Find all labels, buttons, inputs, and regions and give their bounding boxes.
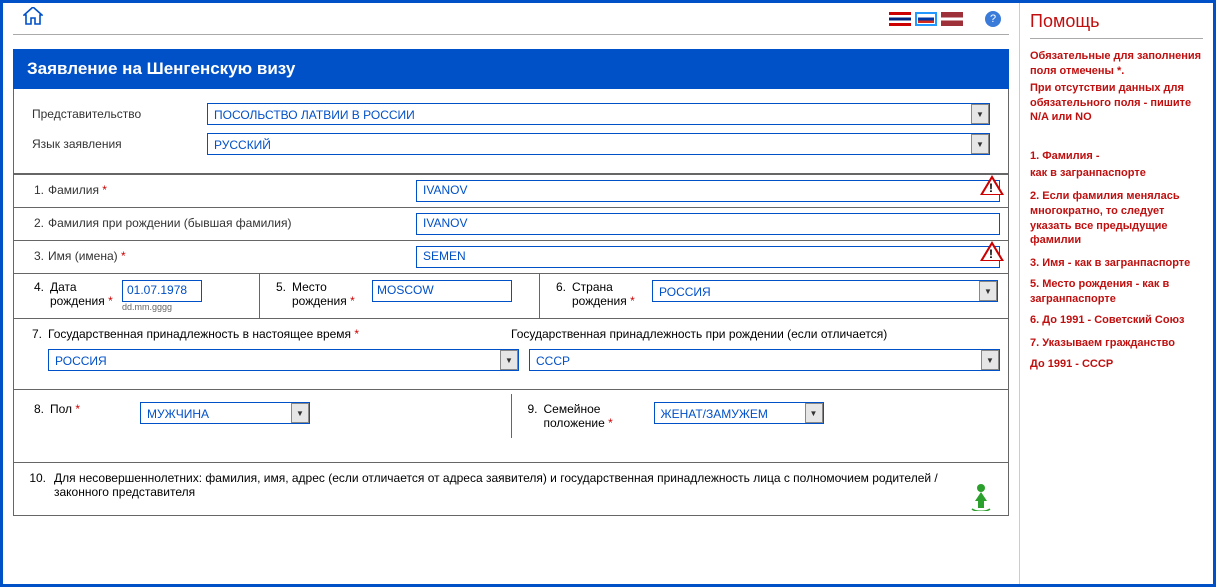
cob-select[interactable]: РОССИЯ xyxy=(652,280,998,302)
nationality-birth-select[interactable]: СССР ▼ xyxy=(529,349,1000,371)
field-num: 3. xyxy=(14,241,48,273)
pob-label: Место xyxy=(292,280,372,294)
field-num: 6. xyxy=(550,280,572,312)
field-num: 10. xyxy=(24,471,54,499)
representation-select[interactable]: ПОСОЛЬСТВО ЛАТВИИ В РОССИИ ▼ xyxy=(207,103,990,125)
field-num: 9. xyxy=(522,402,544,416)
minors-label: Для несовершеннолетних: фамилия, имя, ад… xyxy=(54,471,998,499)
birth-surname-input[interactable]: IVANOV xyxy=(416,213,1000,235)
surname-input[interactable]: IVANOV xyxy=(416,180,1000,202)
help-icon[interactable]: ? xyxy=(985,11,1001,27)
field-num: 7. xyxy=(22,327,48,341)
flag-lv-icon[interactable] xyxy=(941,12,963,26)
sex-select[interactable]: МУЖЧИНА xyxy=(140,402,310,424)
field-num: 5. xyxy=(270,280,292,312)
dob-hint: dd.mm.gggg xyxy=(122,302,202,312)
help-title: Помощь xyxy=(1030,11,1203,39)
warning-icon: ! xyxy=(980,175,1004,195)
baby-icon xyxy=(966,481,996,511)
chevron-down-icon[interactable]: ▼ xyxy=(971,104,989,124)
dob-input[interactable]: 01.07.1978 xyxy=(122,280,202,302)
home-icon[interactable] xyxy=(23,7,43,30)
surname-label: Фамилия * xyxy=(48,175,408,207)
field-num: 2. xyxy=(14,208,48,240)
field-num: 1. xyxy=(14,175,48,207)
nationality-birth-label: Государственная принадлежность при рожде… xyxy=(511,327,1000,341)
flag-ru-icon[interactable] xyxy=(915,12,937,26)
chevron-down-icon[interactable]: ▼ xyxy=(500,350,518,370)
nationality-now-label: Государственная принадлежность в настоящ… xyxy=(48,327,359,341)
top-toolbar: ? xyxy=(13,9,1009,35)
intro-block: Представительство ПОСОЛЬСТВО ЛАТВИИ В РО… xyxy=(13,89,1009,174)
form-table: 1. Фамилия * IVANOV ! 2. Фамилия при рож… xyxy=(13,174,1009,516)
chevron-down-icon[interactable]: ▼ xyxy=(805,403,823,423)
chevron-down-icon[interactable]: ▼ xyxy=(979,281,997,301)
language-label: Язык заявления xyxy=(32,137,207,151)
nationality-now-select[interactable]: РОССИЯ ▼ xyxy=(48,349,519,371)
chevron-down-icon[interactable]: ▼ xyxy=(291,403,309,423)
sex-label: Пол * xyxy=(50,402,140,416)
chevron-down-icon[interactable]: ▼ xyxy=(981,350,999,370)
firstname-label: Имя (имена) * xyxy=(48,241,408,273)
page-title: Заявление на Шенгенскую визу xyxy=(13,49,1009,89)
firstname-input[interactable]: SEMEN xyxy=(416,246,1000,268)
field-num: 8. xyxy=(24,402,50,416)
marital-select[interactable]: ЖЕНАТ/ЗАМУЖЕМ xyxy=(654,402,824,424)
flag-uk-icon[interactable] xyxy=(889,12,911,26)
field-num: 4. xyxy=(24,280,50,312)
warning-icon: ! xyxy=(980,241,1004,261)
birth-surname-label: Фамилия при рождении (бывшая фамилия) xyxy=(48,208,408,240)
help-panel: Помощь Обязательные для заполнения поля … xyxy=(1019,3,1213,584)
language-select[interactable]: РУССКИЙ ▼ xyxy=(207,133,990,155)
marital-label: Семейноеположение * xyxy=(544,402,654,430)
cob-label: Страна xyxy=(572,280,652,294)
pob-input[interactable]: MOSCOW xyxy=(372,280,512,302)
chevron-down-icon[interactable]: ▼ xyxy=(971,134,989,154)
dob-label: Дата xyxy=(50,280,122,294)
representation-label: Представительство xyxy=(32,107,207,121)
